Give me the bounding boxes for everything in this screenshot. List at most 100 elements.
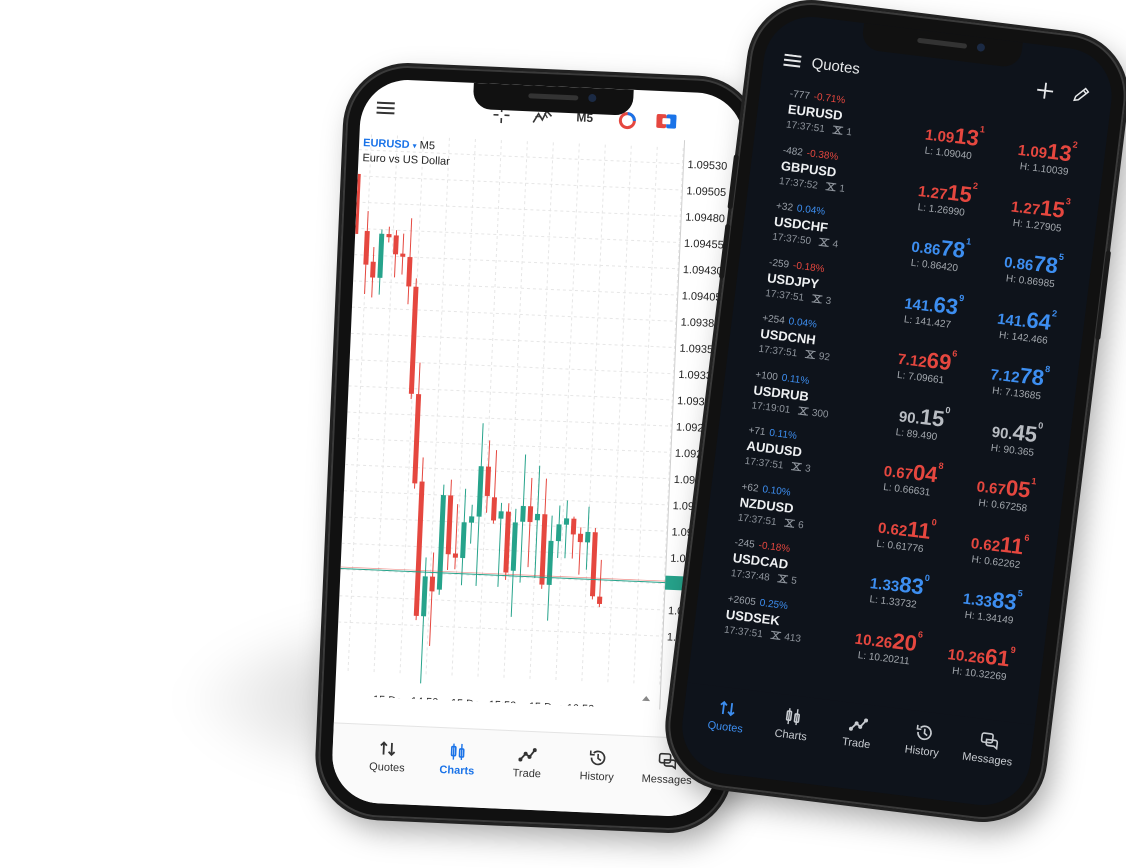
candles-icon (450, 743, 465, 760)
grid-line-h (341, 542, 667, 558)
grid-line-v (555, 143, 580, 684)
quote-time: 17:37:51 413 (723, 624, 801, 644)
nav-label: Trade (841, 735, 871, 752)
candle-body (460, 522, 467, 559)
history-icon (916, 724, 932, 741)
bottom-nav: Quotes Charts Trade History Messages (676, 682, 1035, 811)
hamburger-icon[interactable] (376, 101, 395, 121)
candle-body (468, 516, 475, 523)
nav-label: Charts (773, 727, 808, 744)
candle-wick (564, 500, 568, 559)
grid-line-h (348, 385, 674, 401)
messages-icon (980, 732, 999, 751)
y-tick-label: 1.09380 (680, 316, 720, 330)
spread-icon (776, 574, 788, 584)
candle-body (400, 253, 406, 257)
candle-body (393, 235, 399, 255)
nav-trade[interactable]: Trade (492, 744, 563, 781)
pencil-icon[interactable] (1070, 85, 1091, 110)
grid-line-v (477, 140, 502, 680)
chart-timeframe: M5 (419, 139, 436, 153)
grid-line-h (347, 411, 673, 427)
candle-body (539, 514, 548, 585)
quote-time: 17:37:51 1 (785, 119, 852, 138)
hamburger-icon[interactable] (783, 53, 802, 74)
change-points: +62 (740, 481, 760, 495)
grid-line-v (451, 138, 476, 679)
nav-charts[interactable]: Charts (422, 741, 493, 778)
nav-messages[interactable]: Messages (952, 728, 1026, 770)
grid-line-v (529, 142, 554, 682)
nav-history[interactable]: History (561, 747, 632, 784)
nav-quotes[interactable]: Quotes (690, 695, 764, 737)
grid-line-h (342, 516, 668, 532)
change-percent: 0.10% (761, 483, 792, 499)
candle-body (436, 495, 446, 590)
quote-time: 17:37:48 5 (730, 568, 797, 587)
grid-line-h (340, 568, 666, 585)
x-tick-label: 15 Dec 14:50 (373, 694, 439, 709)
trend-icon (848, 718, 869, 731)
time: 17:37:51 (764, 287, 805, 304)
y-tick-label: 1.09430 (683, 264, 723, 278)
spread-icon (804, 349, 816, 360)
time: 17:37:51 (744, 455, 785, 472)
nav-charts[interactable]: Charts (755, 703, 829, 745)
messages-icon (658, 752, 677, 770)
grid-line-h (346, 437, 671, 453)
nav-label: Charts (439, 764, 475, 778)
chart-symbol[interactable]: EURUSD (363, 137, 410, 151)
change-points: -259 (768, 256, 790, 271)
nav-label: Trade (512, 767, 542, 781)
candle-body (596, 596, 603, 605)
page-title: Quotes (810, 55, 861, 78)
arrows-up-down-icon (720, 700, 735, 717)
grid-line-v (373, 135, 398, 676)
spread: 413 (783, 631, 802, 645)
candle-body (534, 513, 541, 521)
nav-history[interactable]: History (886, 719, 960, 761)
quote-time: 17:37:51 92 (758, 344, 831, 364)
nav-trade[interactable]: Trade (821, 711, 895, 753)
nav-label: Quotes (368, 760, 405, 775)
candle-wick (527, 477, 533, 568)
y-tick-label: 1.09455 (684, 238, 724, 252)
spread: 300 (811, 407, 830, 421)
symbol-caret-icon[interactable]: ▾ (412, 141, 416, 150)
candle-body (498, 511, 504, 519)
chart-symbol-header: EURUSD ▾ M5 Euro vs US Dollar (362, 136, 451, 169)
nav-quotes[interactable]: Quotes (352, 738, 423, 775)
candle-wick (534, 465, 541, 578)
grid-line-h (349, 359, 675, 375)
spread-icon (797, 405, 809, 416)
nav-label: Messages (641, 772, 692, 788)
one-click-trade-icon[interactable] (656, 113, 677, 135)
change-points: +71 (747, 425, 767, 439)
nav-label: History (903, 743, 940, 760)
candle-body (589, 532, 598, 597)
candles-icon (785, 708, 800, 726)
grid-line-h (350, 332, 676, 349)
nav-label: Quotes (706, 719, 744, 736)
candle-body (510, 522, 518, 571)
spread: 1 (838, 182, 846, 195)
candle-body (370, 261, 376, 278)
grid-line-h (343, 490, 669, 506)
change-percent: 0.25% (759, 597, 789, 612)
time: 17:37:51 (757, 343, 798, 360)
candle-body (520, 505, 526, 522)
candle-body (476, 466, 484, 517)
quote-time: 17:37:51 3 (765, 288, 832, 307)
grid-line-v (503, 141, 528, 681)
change-points: +100 (754, 369, 779, 383)
y-tick-label: 1.09530 (687, 159, 727, 173)
candle-body (408, 286, 419, 394)
grid-line-v (633, 146, 658, 687)
pie-clock-icon[interactable] (618, 111, 637, 135)
spread-icon (790, 461, 802, 472)
grid-line-v (607, 145, 632, 686)
spread: 92 (818, 351, 831, 364)
plus-icon[interactable] (1035, 81, 1056, 106)
grid-line-h (338, 621, 663, 637)
change-points: -777 (789, 88, 811, 102)
